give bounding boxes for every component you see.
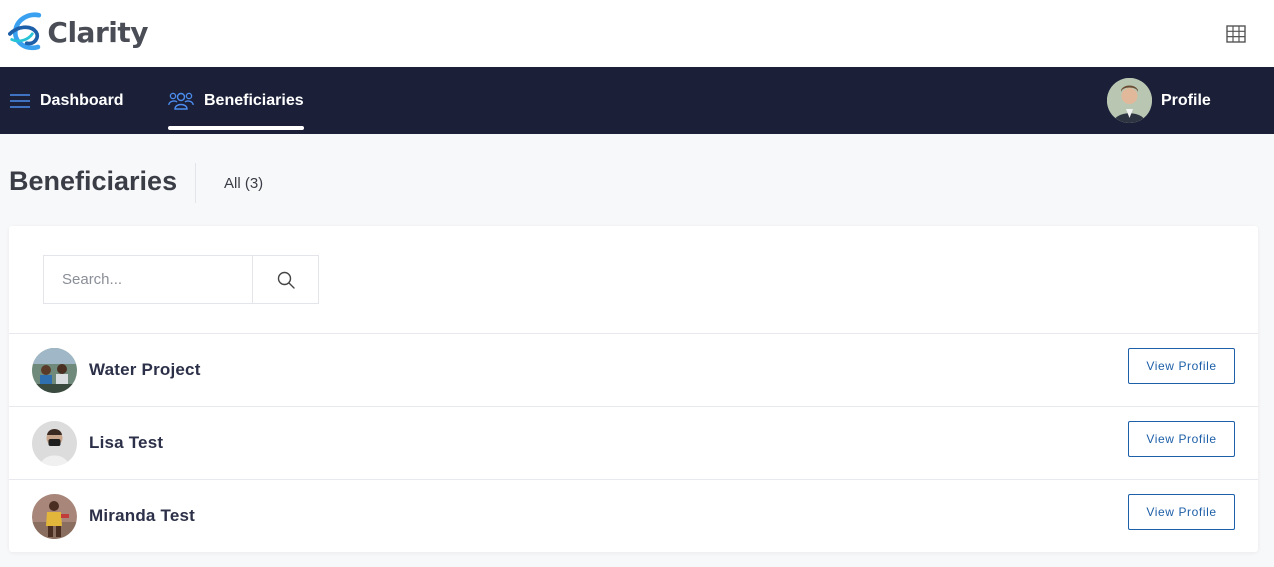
nav-beneficiaries[interactable]: Beneficiaries <box>168 67 304 134</box>
avatar <box>32 348 77 393</box>
clarity-logo-icon <box>8 12 42 51</box>
active-tab-indicator <box>168 126 304 130</box>
beneficiary-list: Water Project View Profile Lisa Test Vie… <box>9 333 1258 552</box>
grid-icon[interactable] <box>1226 25 1246 43</box>
avatar <box>32 421 77 466</box>
logo-text: Clarity <box>47 15 148 49</box>
nav-dashboard-label: Dashboard <box>40 91 124 109</box>
view-profile-button[interactable]: View Profile <box>1128 494 1235 530</box>
nav-profile[interactable]: Profile <box>1107 67 1211 134</box>
beneficiaries-card: Water Project View Profile Lisa Test Vie… <box>9 226 1258 552</box>
beneficiary-name[interactable]: Miranda Test <box>89 506 195 526</box>
main-navbar: Dashboard Beneficiaries Profile <box>0 67 1274 134</box>
view-profile-button[interactable]: View Profile <box>1128 348 1235 384</box>
beneficiary-name[interactable]: Water Project <box>89 360 201 380</box>
users-icon <box>168 92 194 110</box>
avatar <box>32 494 77 539</box>
list-item: Water Project View Profile <box>9 333 1258 406</box>
nav-dashboard[interactable]: Dashboard <box>10 67 124 134</box>
search-button[interactable] <box>252 256 318 303</box>
nav-beneficiaries-label: Beneficiaries <box>204 91 304 109</box>
search-icon <box>277 271 295 289</box>
page-title: Beneficiaries <box>9 166 178 196</box>
top-header: Clarity <box>0 0 1274 67</box>
view-profile-button[interactable]: View Profile <box>1128 421 1235 457</box>
filter-all-tab[interactable]: All (3) <box>224 175 263 192</box>
list-item: Lisa Test View Profile <box>9 406 1258 479</box>
beneficiary-name[interactable]: Lisa Test <box>89 433 163 453</box>
title-divider <box>195 163 196 203</box>
nav-profile-label: Profile <box>1161 91 1211 109</box>
avatar <box>1107 78 1152 123</box>
list-item: Miranda Test View Profile <box>9 479 1258 552</box>
menu-icon <box>10 93 30 108</box>
search-bar <box>43 255 319 304</box>
logo[interactable]: Clarity <box>8 9 148 55</box>
search-input[interactable] <box>44 256 252 303</box>
